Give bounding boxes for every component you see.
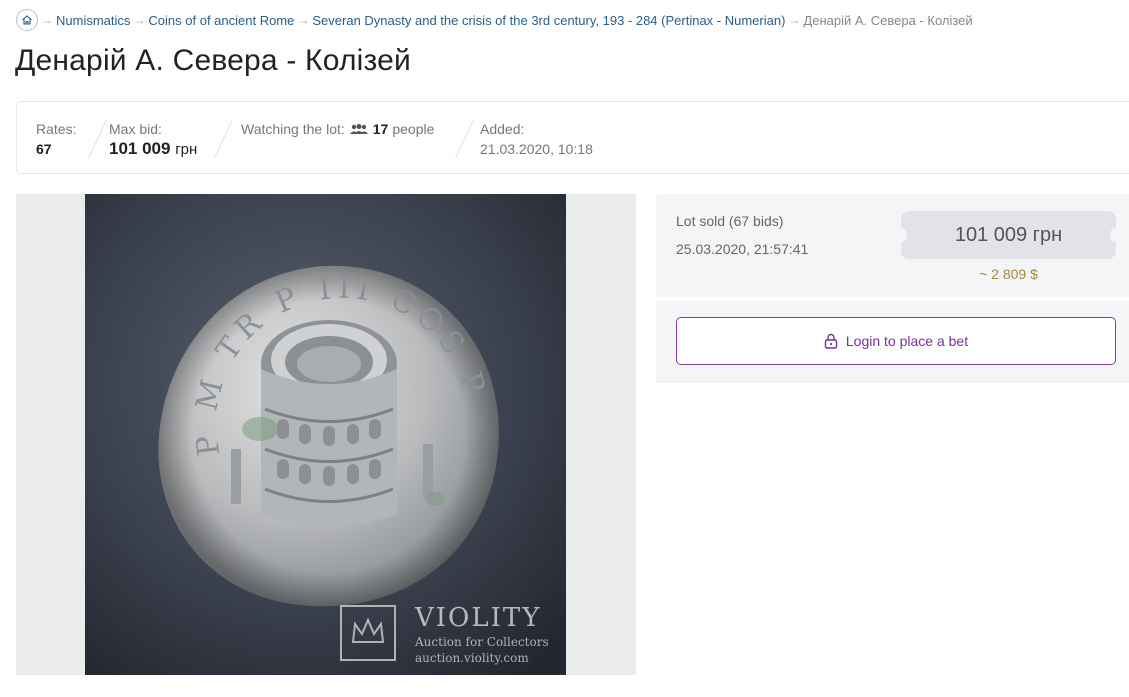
people-icon	[349, 124, 368, 134]
breadcrumb-separator: →	[297, 13, 310, 27]
rates-label: Rates:	[36, 121, 77, 137]
lot-sold-date: 25.03.2020, 21:57:41	[676, 241, 809, 257]
stat-added: Added: 21.03.2020, 10:18	[480, 120, 593, 160]
final-price-usd: ~ 2 809 $	[979, 266, 1038, 282]
home-button[interactable]	[16, 9, 38, 31]
lot-stats-bar: Rates: 67 Max bid: 101 009 грн Watching …	[16, 101, 1129, 174]
home-icon	[22, 15, 32, 25]
added-label: Added:	[480, 121, 525, 137]
bid-panel: Login to place a bet	[656, 301, 1129, 383]
breadcrumb-current: Денарій А. Севера - Колізей	[803, 12, 973, 28]
breadcrumb-link-numismatics[interactable]: Numismatics	[56, 13, 130, 28]
watermark-url: auction.violity.com	[415, 651, 529, 665]
stat-max-bid: Max bid: 101 009 грн	[109, 120, 197, 161]
stat-divider	[214, 120, 233, 158]
login-to-bet-button[interactable]: Login to place a bet	[676, 317, 1116, 365]
added-value: 21.03.2020, 10:18	[480, 141, 593, 157]
breadcrumb-separator: →	[41, 13, 53, 27]
stat-rates: Rates: 67	[36, 120, 76, 160]
rates-value: 67	[36, 141, 52, 157]
breadcrumb: → Numismatics → Coins of of ancient Rome…	[16, 8, 973, 32]
max-bid-currency: грн	[175, 141, 198, 158]
coin-photo[interactable]: P M TR P III COS P P VIOLITY Auction for…	[85, 194, 566, 675]
watching-label: Watching the lot:	[241, 121, 345, 137]
lot-sold-label: Lot sold (67 bids)	[676, 213, 784, 229]
watching-row: Watching the lot: 17 people	[241, 120, 434, 138]
final-price-ticket: 101 009 грн	[895, 211, 1122, 259]
lot-sold-panel: Lot sold (67 bids) 25.03.2020, 21:57:41 …	[656, 194, 1129, 297]
stat-divider	[455, 120, 474, 158]
breadcrumb-link-severan-dynasty[interactable]: Severan Dynasty and the crisis of the 3r…	[312, 13, 785, 28]
breadcrumb-separator: →	[133, 13, 146, 27]
watching-count: 17	[372, 121, 389, 137]
lot-image-panel: P M TR P III COS P P VIOLITY Auction for…	[16, 194, 636, 675]
max-bid-value: 101 009 грн	[109, 138, 197, 161]
login-button-label: Login to place a bet	[845, 333, 969, 349]
watermark-tagline: Auction for Collectors	[414, 635, 549, 649]
breadcrumb-link-ancient-rome[interactable]: Coins of of ancient Rome	[148, 13, 294, 28]
breadcrumb-separator: →	[788, 13, 801, 27]
lock-icon	[824, 333, 838, 349]
stat-watching: Watching the lot: 17 people	[241, 120, 434, 138]
max-bid-label: Max bid:	[109, 121, 162, 137]
page-title: Денарій А. Севера - Колізей	[15, 44, 411, 77]
stat-divider	[88, 120, 107, 158]
watermark-name: VIOLITY	[414, 603, 541, 633]
watching-suffix: people	[392, 121, 435, 137]
max-bid-amount: 101 009	[109, 139, 171, 158]
coin-image: P M TR P III COS P P VIOLITY Auction for…	[85, 194, 566, 675]
